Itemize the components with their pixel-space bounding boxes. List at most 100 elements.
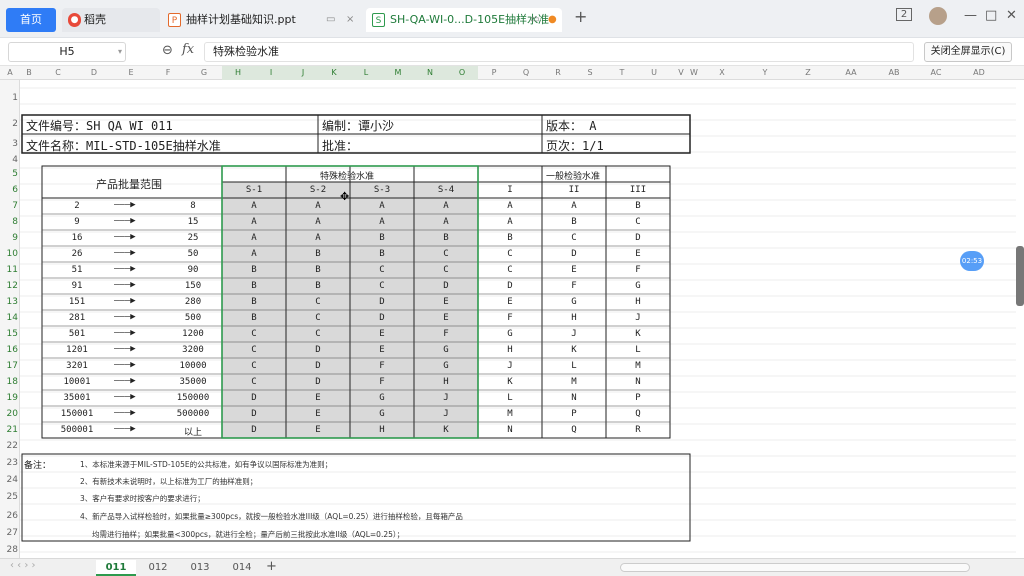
vertical-scrollbar[interactable]	[1016, 246, 1024, 306]
row-header[interactable]: 24	[0, 475, 18, 485]
row-header[interactable]: 1	[0, 93, 18, 103]
sheet-nav-icons[interactable]: ‹ ‹ › ›	[10, 560, 36, 571]
arrow-icon: ———▶	[114, 248, 136, 258]
row-header[interactable]: 27	[0, 528, 18, 538]
column-header[interactable]: E	[128, 68, 133, 77]
monitor-icon[interactable]: ▭	[326, 8, 335, 32]
sheet-tab-012[interactable]: 012	[138, 560, 178, 576]
row-header[interactable]: 5	[0, 169, 18, 179]
column-header[interactable]: V	[678, 68, 683, 77]
exit-fullscreen-button[interactable]: 关闭全屏显示(C)	[924, 42, 1012, 62]
level-code-cell: D	[507, 281, 513, 291]
level-code-cell: E	[571, 265, 577, 275]
column-header[interactable]: H	[235, 68, 241, 77]
column-header[interactable]: X	[719, 68, 724, 77]
column-header[interactable]: I	[270, 68, 272, 77]
column-header[interactable]: A	[7, 68, 12, 77]
row-header[interactable]: 28	[0, 545, 18, 555]
monitor-icon[interactable]: ▭	[530, 8, 539, 32]
sheet-tab-014[interactable]: 014	[222, 560, 262, 576]
zoom-icon[interactable]: ⊖	[162, 43, 173, 58]
lot-from: 91	[71, 281, 83, 291]
close-window-icon[interactable]: ✕	[1006, 8, 1017, 23]
column-header[interactable]: W	[690, 68, 698, 77]
row-header[interactable]: 12	[0, 281, 18, 291]
column-header[interactable]: F	[166, 68, 171, 77]
level-code-cell: A	[571, 201, 577, 211]
column-header[interactable]: AB	[889, 68, 900, 77]
row-header[interactable]: 19	[0, 393, 18, 403]
tab-daoke[interactable]: ● 稻壳	[62, 8, 160, 32]
column-header[interactable]: M	[395, 68, 402, 77]
formula-input[interactable]: 特殊检验水准	[204, 42, 914, 62]
column-header[interactable]: D	[91, 68, 97, 77]
column-header[interactable]: AD	[973, 68, 985, 77]
horizontal-scrollbar[interactable]	[620, 563, 970, 572]
row-header[interactable]: 17	[0, 361, 18, 371]
page-count-badge[interactable]: 2	[896, 8, 912, 21]
lot-from: 35001	[63, 393, 91, 403]
row-header[interactable]: 18	[0, 377, 18, 387]
sheet-tab-011[interactable]: 011	[96, 560, 136, 576]
tab-xls-file[interactable]: S SH-QA-WI-0...D-105E抽样水准 ▭ ●	[366, 8, 562, 32]
row-header[interactable]: 4	[0, 155, 18, 165]
row-header[interactable]: 11	[0, 265, 18, 275]
column-header[interactable]: G	[201, 68, 207, 77]
column-header[interactable]: T	[620, 68, 625, 77]
file-name: 文件名称：MIL-STD-105E抽样水准	[26, 139, 221, 153]
add-sheet-button[interactable]: +	[266, 559, 277, 574]
row-header[interactable]: 25	[0, 492, 18, 502]
row-header[interactable]: 2	[0, 119, 18, 129]
spreadsheet-grid[interactable]: 文件编号：SH QA WI 011 编制：谭小沙 版本： A 文件名称：MIL-STD…	[20, 80, 1020, 558]
tab-ppt-file[interactable]: P 抽样计划基础知识.ppt ▭ ×	[162, 8, 362, 32]
column-header[interactable]: O	[459, 68, 465, 77]
name-box[interactable]: H5 ▾	[8, 42, 126, 62]
tab-home[interactable]: 首页	[6, 8, 56, 32]
row-header[interactable]: 22	[0, 441, 18, 451]
column-header[interactable]: R	[555, 68, 561, 77]
column-header[interactable]: S	[587, 68, 592, 77]
row-header[interactable]: 21	[0, 425, 18, 435]
lot-from: 26	[71, 249, 83, 259]
column-header[interactable]: U	[651, 68, 657, 77]
row-header[interactable]: 13	[0, 297, 18, 307]
special-level-header: 特殊检验水准	[320, 172, 375, 182]
column-header[interactable]: Y	[763, 68, 768, 77]
row-header[interactable]: 6	[0, 185, 18, 195]
level-code-cell: H	[379, 425, 385, 435]
sheet-tab-013[interactable]: 013	[180, 560, 220, 576]
row-header[interactable]: 7	[0, 201, 18, 211]
row-header[interactable]: 15	[0, 329, 18, 339]
column-header[interactable]: J	[302, 68, 304, 77]
row-header[interactable]: 9	[0, 233, 18, 243]
row-header[interactable]: 26	[0, 511, 18, 521]
fx-icon[interactable]: fx	[182, 42, 194, 57]
column-header[interactable]: AC	[931, 68, 942, 77]
row-header[interactable]: 8	[0, 217, 18, 227]
level-subheader: S-4	[437, 185, 455, 195]
column-header[interactable]: K	[331, 68, 336, 77]
minimize-icon[interactable]: —	[964, 8, 977, 23]
close-tab-icon[interactable]: ×	[346, 8, 354, 32]
column-header[interactable]: N	[427, 68, 433, 77]
row-header[interactable]: 16	[0, 345, 18, 355]
row-header[interactable]: 10	[0, 249, 18, 259]
level-code-cell: A	[443, 217, 449, 227]
chevron-down-icon[interactable]: ▾	[118, 43, 122, 61]
column-header[interactable]: P	[492, 68, 497, 77]
column-header[interactable]: L	[364, 68, 368, 77]
arrow-icon: ———▶	[114, 360, 136, 370]
new-tab-button[interactable]: +	[574, 7, 587, 26]
column-header[interactable]: AA	[845, 68, 856, 77]
column-header[interactable]: B	[26, 68, 32, 77]
column-header[interactable]: C	[55, 68, 61, 77]
column-header[interactable]: Q	[523, 68, 529, 77]
column-header[interactable]: Z	[805, 68, 810, 77]
time-badge[interactable]: 02:53	[960, 251, 984, 271]
row-header[interactable]: 14	[0, 313, 18, 323]
maximize-icon[interactable]: □	[985, 8, 997, 23]
row-header[interactable]: 3	[0, 139, 18, 149]
row-header[interactable]: 23	[0, 458, 18, 468]
avatar[interactable]	[929, 7, 947, 25]
row-header[interactable]: 20	[0, 409, 18, 419]
